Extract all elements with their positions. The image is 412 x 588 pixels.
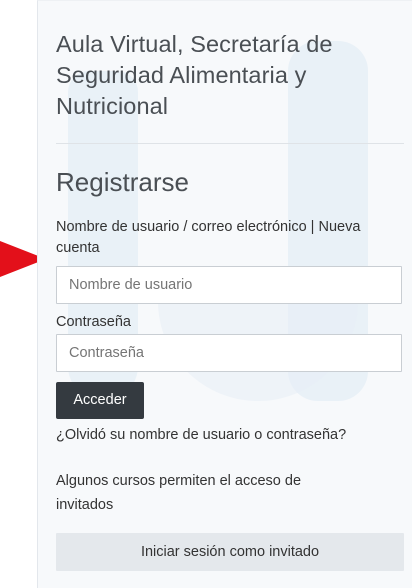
login-page: Aula Virtual, Secretaría de Seguridad Al… bbox=[0, 0, 412, 588]
page-title: Registrarse bbox=[56, 167, 189, 197]
divider bbox=[56, 143, 404, 144]
username-input[interactable] bbox=[56, 266, 402, 304]
login-button[interactable]: Acceder bbox=[56, 382, 144, 419]
login-card: Aula Virtual, Secretaría de Seguridad Al… bbox=[37, 0, 412, 588]
password-label: Contraseña bbox=[56, 314, 131, 330]
guest-access-info: Algunos cursos permiten el acceso de inv… bbox=[56, 473, 302, 513]
password-input[interactable] bbox=[56, 334, 402, 372]
guest-login-button[interactable]: Iniciar sesión como invitado bbox=[56, 533, 404, 571]
username-label: Nombre de usuario / correo electrónico |… bbox=[56, 219, 361, 256]
site-title: Aula Virtual, Secretaría de Seguridad Al… bbox=[56, 31, 333, 119]
forgot-password-link[interactable]: ¿Olvidó su nombre de usuario o contraseñ… bbox=[56, 425, 346, 445]
